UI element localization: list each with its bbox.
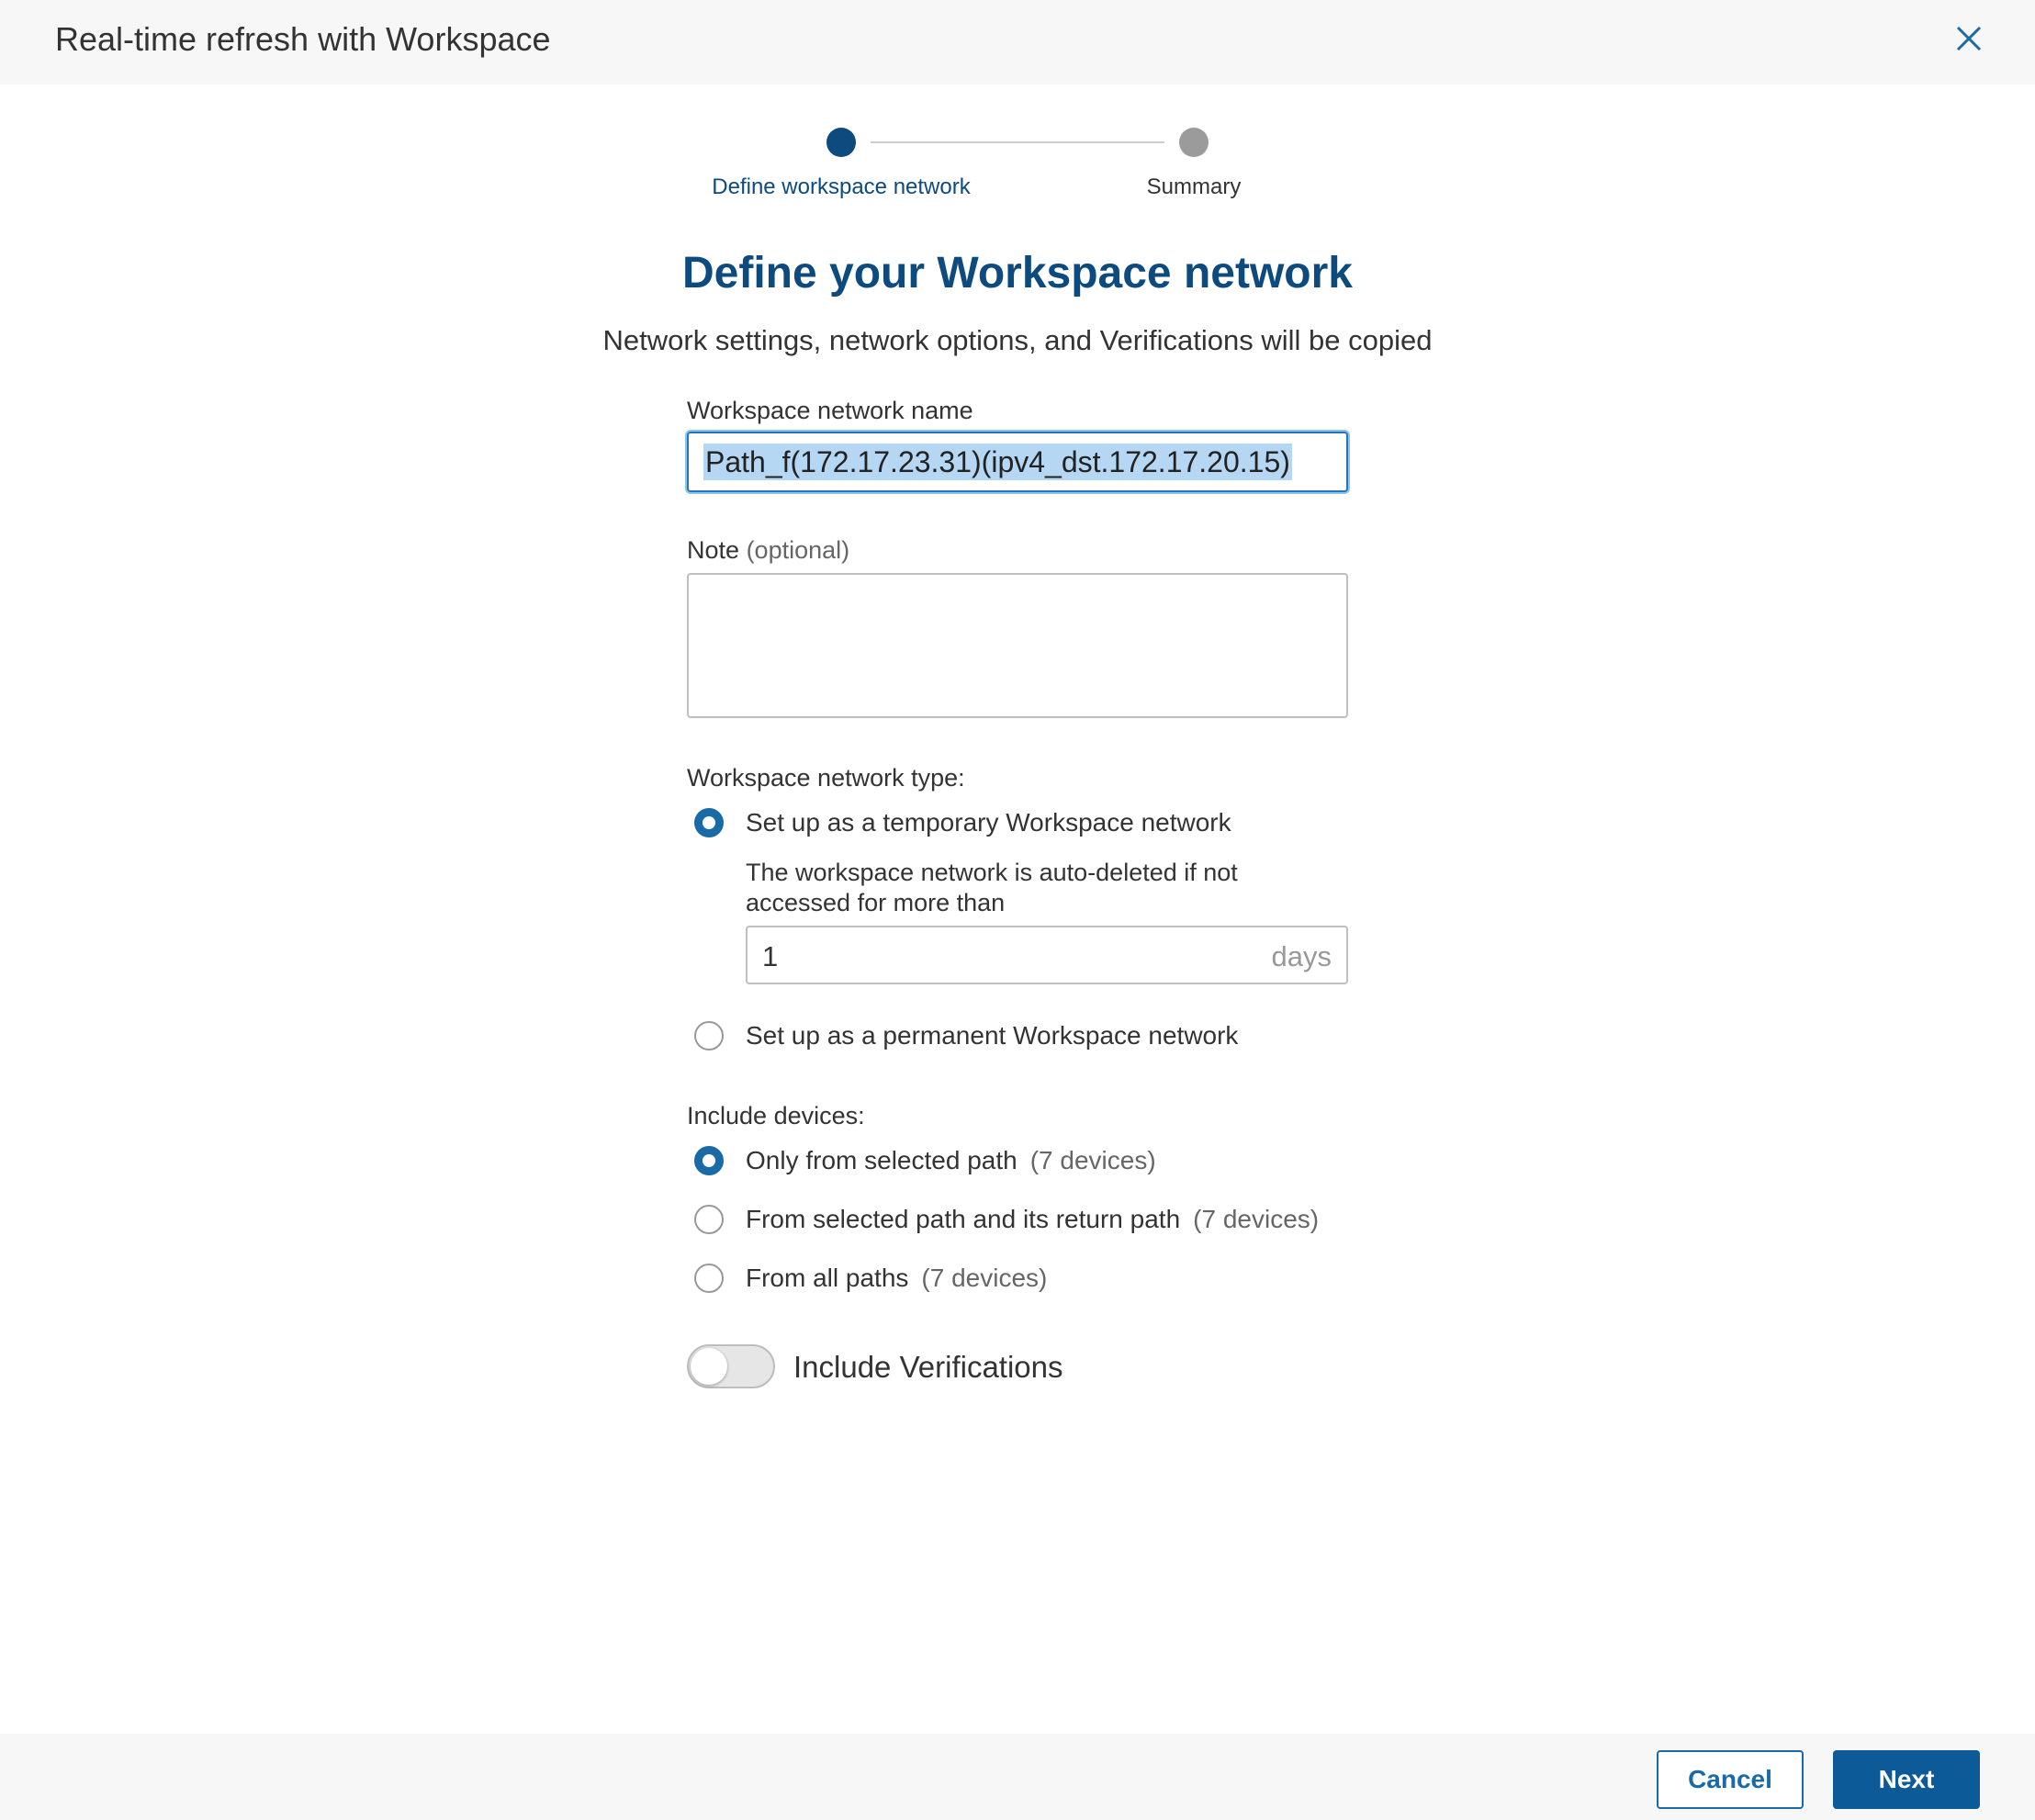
network-name-value: Path_f(172.17.23.31)(ipv4_dst.172.17.20.… xyxy=(703,444,1292,480)
include-devices-label: Include devices: xyxy=(687,1102,865,1129)
workspace-dialog: Real-time refresh with Workspace Define … xyxy=(0,0,2035,1820)
name-field-label: Workspace network name xyxy=(687,397,973,424)
dialog-title: Real-time refresh with Workspace xyxy=(55,20,551,58)
step-label-define: Define workspace network xyxy=(712,174,971,199)
note-optional-text: (optional) xyxy=(746,536,850,564)
page-subheading: Network settings, network options, and V… xyxy=(602,324,1433,356)
only-selected-path-text: Only from selected path xyxy=(746,1146,1018,1174)
network-name-input[interactable]: Path_f(172.17.23.31)(ipv4_dst.172.17.20.… xyxy=(687,432,1348,492)
close-icon xyxy=(1956,26,1982,51)
temporary-radio[interactable] xyxy=(694,808,724,837)
days-input-value: 1 xyxy=(762,940,779,972)
cancel-button[interactable]: Cancel xyxy=(1657,1750,1804,1809)
include-verifications-toggle[interactable] xyxy=(687,1344,775,1388)
note-textarea[interactable] xyxy=(687,573,1348,718)
close-button[interactable] xyxy=(1951,20,1987,57)
network-type-label: Workspace network type: xyxy=(687,764,965,792)
days-unit-suffix: days xyxy=(1271,940,1332,972)
only-selected-path-label[interactable]: Only from selected path (7 devices) xyxy=(746,1146,1156,1175)
note-label-text: Note xyxy=(687,536,740,564)
toggle-knob xyxy=(691,1348,727,1385)
only-selected-path-radio[interactable] xyxy=(694,1146,724,1175)
selected-and-return-path-radio[interactable] xyxy=(694,1205,724,1234)
step-label-summary: Summary xyxy=(1146,174,1242,199)
page-heading: Define your Workspace network xyxy=(682,249,1353,298)
days-input[interactable]: 1 days xyxy=(746,926,1348,984)
step-indicator-define xyxy=(826,128,856,157)
selected-and-return-path-label[interactable]: From selected path and its return path (7… xyxy=(746,1205,1319,1234)
selected-and-return-path-text: From selected path and its return path xyxy=(746,1205,1181,1233)
temporary-radio-label[interactable]: Set up as a temporary Workspace network xyxy=(746,808,1231,837)
note-field-label: Note (optional) xyxy=(687,536,849,565)
selected-and-return-path-count: (7 devices) xyxy=(1193,1205,1320,1233)
permanent-radio[interactable] xyxy=(694,1021,724,1050)
stepper-connector xyxy=(871,141,1164,143)
all-paths-text: From all paths xyxy=(746,1264,909,1292)
next-button[interactable]: Next xyxy=(1833,1750,1980,1809)
all-paths-label[interactable]: From all paths (7 devices) xyxy=(746,1264,1047,1293)
dialog-header: Real-time refresh with Workspace xyxy=(0,0,2035,84)
all-paths-count: (7 devices) xyxy=(921,1264,1048,1292)
permanent-radio-label[interactable]: Set up as a permanent Workspace network xyxy=(746,1021,1238,1050)
include-verifications-label[interactable]: Include Verifications xyxy=(793,1350,1063,1385)
only-selected-path-count: (7 devices) xyxy=(1029,1146,1156,1174)
auto-delete-helper-text: The workspace network is auto-deleted if… xyxy=(746,859,1238,916)
step-indicator-summary xyxy=(1179,128,1209,157)
all-paths-radio[interactable] xyxy=(694,1264,724,1293)
